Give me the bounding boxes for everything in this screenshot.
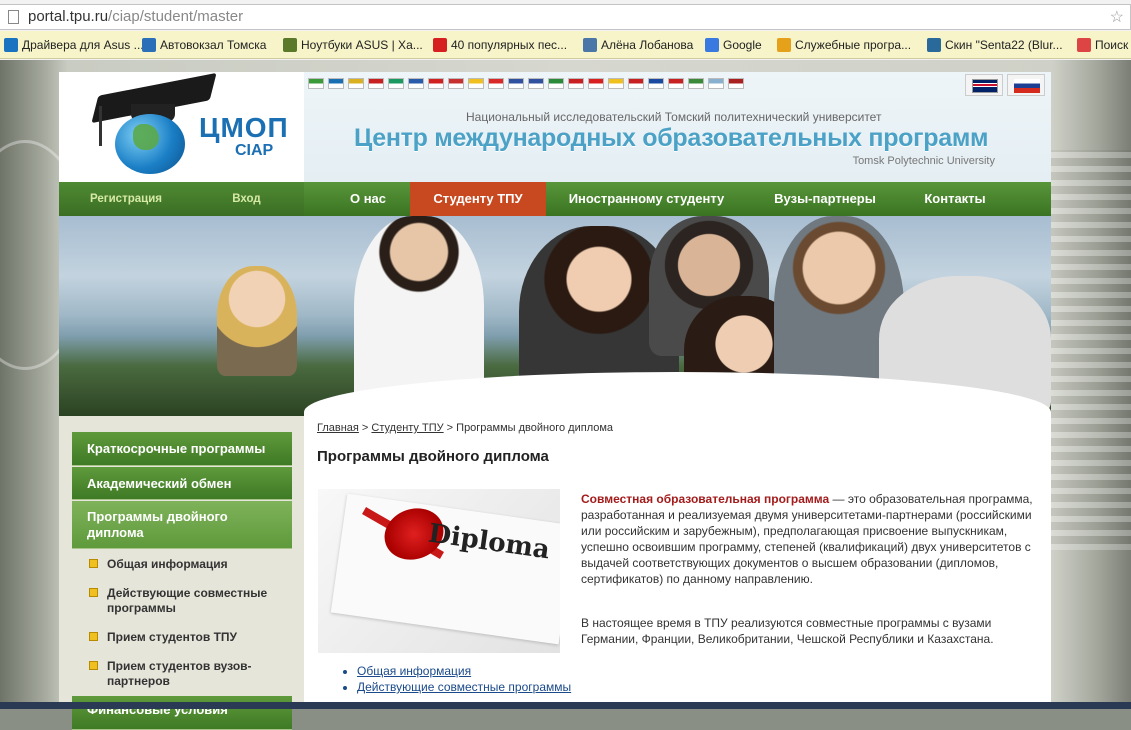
sidebar-item-short-programs[interactable]: Краткосрочные программы	[72, 432, 292, 466]
nav-tpu-student[interactable]: Студенту ТПУ	[410, 182, 546, 216]
link-general-info[interactable]: Общая информация	[357, 663, 571, 679]
register-link[interactable]: Регистрация	[79, 182, 173, 216]
bookmark-item[interactable]: Драйвера для Asus ...	[4, 36, 144, 54]
bookmark-item[interactable]: Служебные програ...	[777, 36, 911, 54]
site-title: Центр международных образовательных прог…	[354, 124, 989, 152]
country-flag-icon[interactable]	[568, 78, 584, 89]
bookmarks-bar: Драйвера для Asus ... Автовокзал Томска Но…	[0, 31, 1131, 59]
bullet-icon	[89, 632, 98, 641]
lang-ru-button[interactable]	[1007, 74, 1045, 96]
sidebar-subitem[interactable]: Прием студентов ТПУ	[89, 630, 289, 645]
breadcrumb-home[interactable]: Главная	[317, 422, 359, 434]
breadcrumb: Главная > Студенту ТПУ > Программы двойн…	[317, 422, 614, 434]
country-flag-icon[interactable]	[588, 78, 604, 89]
bookmark-item[interactable]: Скин "Senta22 (Blur...	[927, 36, 1063, 54]
lang-en-button[interactable]	[965, 74, 1003, 96]
country-flag-icon[interactable]	[368, 78, 384, 89]
country-flag-icon[interactable]	[608, 78, 624, 89]
sidebar-item-double-degree[interactable]: Программы двойного диплома	[72, 501, 292, 549]
bookmark-item[interactable]: Ноутбуки ASUS | Ха...	[283, 36, 423, 54]
ru-flag-icon	[1014, 79, 1040, 93]
country-flag-icon[interactable]	[528, 78, 544, 89]
login-link[interactable]: Вход	[219, 182, 274, 216]
country-flag-icon[interactable]	[308, 78, 324, 89]
vk-icon	[583, 38, 597, 52]
person-photo	[217, 266, 297, 376]
nav-about[interactable]: О нас	[329, 182, 407, 216]
google-icon	[705, 38, 719, 52]
building-decoration	[1051, 150, 1131, 550]
country-flag-icon[interactable]	[488, 78, 504, 89]
diploma-image: Diploma	[318, 489, 560, 653]
nav-partners[interactable]: Вузы-партнеры	[757, 182, 893, 216]
asus-n-icon	[283, 38, 297, 52]
country-flag-icon[interactable]	[708, 78, 724, 89]
country-flag-icon[interactable]	[388, 78, 404, 89]
flags-row	[308, 78, 744, 90]
nav-contacts[interactable]: Контакты	[909, 182, 1001, 216]
tagline: Tomsk Polytechnic University	[852, 155, 995, 167]
country-flag-icon[interactable]	[508, 78, 524, 89]
star-icon	[1077, 38, 1091, 52]
country-flag-icon[interactable]	[628, 78, 644, 89]
country-flag-icon[interactable]	[348, 78, 364, 89]
country-flag-icon[interactable]	[328, 78, 344, 89]
sidebar-subitem[interactable]: Прием студентов вузов-партнеров	[89, 659, 289, 689]
country-flag-icon[interactable]	[728, 78, 744, 89]
seven-icon	[927, 38, 941, 52]
logo-subtext: CIAP	[235, 142, 274, 159]
bullet-icon	[89, 588, 98, 597]
bullet-icon	[89, 661, 98, 670]
country-flag-icon[interactable]	[428, 78, 444, 89]
content-links: Общая информация Действующие совместные …	[357, 663, 571, 695]
nav-foreign-student[interactable]: Иностранному студенту	[554, 182, 739, 216]
country-flag-icon[interactable]	[468, 78, 484, 89]
country-flag-icon[interactable]	[408, 78, 424, 89]
windows-icon	[777, 38, 791, 52]
asus-icon	[4, 38, 18, 52]
sidebar: Краткосрочные программы Академический об…	[59, 416, 304, 730]
sidebar-subitem[interactable]: Общая информация	[89, 557, 289, 572]
page-background: ЦМОП CIAP Национальный исследовательский…	[0, 60, 1131, 730]
second-paragraph: В настоящее время в ТПУ реализуются совм…	[581, 616, 994, 646]
uk-flag-icon	[972, 79, 998, 93]
site-container: ЦМОП CIAP Национальный исследовательский…	[59, 72, 1051, 730]
university-name: Национальный исследовательский Томский п…	[466, 110, 882, 124]
header-banner: Национальный исследовательский Томский п…	[304, 72, 1051, 182]
bookmark-item[interactable]: Автовокзал Томска	[142, 36, 266, 54]
bookmark-item[interactable]: Алёна Лобанова	[583, 36, 693, 54]
address-bar[interactable]: portal.tpu.ru/ciap/student/master ☆	[0, 4, 1131, 30]
link-joint-programs[interactable]: Действующие совместные программы	[357, 679, 571, 695]
main-content: Главная > Студенту ТПУ > Программы двойн…	[304, 416, 1051, 709]
bookmark-item[interactable]: 40 популярных пес...	[433, 36, 567, 54]
sidebar-item-exchange[interactable]: Академический обмен	[72, 467, 292, 500]
country-flag-icon[interactable]	[448, 78, 464, 89]
intro-paragraph: Совместная образовательная программа — э…	[581, 492, 1033, 586]
bookmark-star-icon[interactable]: ☆	[1110, 7, 1124, 27]
logo[interactable]: ЦМОП CIAP	[59, 72, 304, 182]
logo-text: ЦМОП	[199, 112, 289, 143]
language-switcher	[965, 74, 1045, 96]
breadcrumb-section[interactable]: Студенту ТПУ	[371, 422, 443, 434]
bullet-icon	[89, 559, 98, 568]
page-title: Программы двойного диплома	[317, 448, 549, 465]
country-flag-icon[interactable]	[668, 78, 684, 89]
country-flag-icon[interactable]	[648, 78, 664, 89]
bookmark-item[interactable]: Google	[705, 36, 762, 54]
country-flag-icon[interactable]	[688, 78, 704, 89]
url-text: portal.tpu.ru/ciap/student/master	[28, 8, 244, 25]
country-flag-icon[interactable]	[548, 78, 564, 89]
main-nav: Регистрация Вход О нас Студенту ТПУ Инос…	[59, 182, 1051, 216]
youtube-icon	[433, 38, 447, 52]
bookmark-item[interactable]: Поиск	[1077, 36, 1128, 54]
bus-icon	[142, 38, 156, 52]
taskbar	[0, 702, 1131, 709]
breadcrumb-current: Программы двойного диплома	[456, 422, 614, 434]
page-icon	[8, 10, 19, 24]
sidebar-subitem[interactable]: Действующие совместные программы	[89, 586, 289, 616]
